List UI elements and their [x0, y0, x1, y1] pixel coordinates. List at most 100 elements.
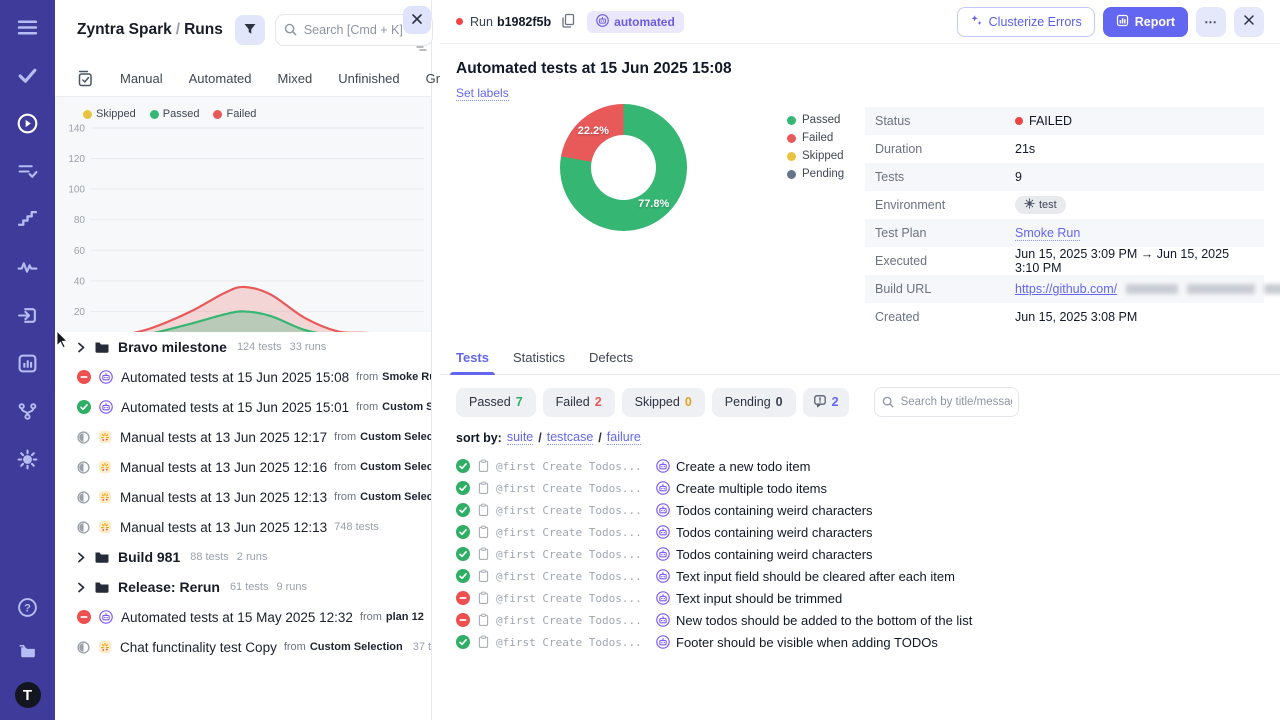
sparkles-icon — [970, 14, 983, 30]
tab-tests[interactable]: Tests — [456, 350, 489, 374]
test-row[interactable]: @first Create Todos... Todos containing … — [456, 543, 1264, 565]
test-row[interactable]: @first Create Todos... New todos should … — [456, 609, 1264, 631]
check-icon[interactable] — [15, 62, 41, 88]
run-row[interactable]: Manual tests at 13 Jun 2025 12:13 748 te… — [55, 512, 431, 542]
copy-run-id-button[interactable] — [559, 11, 577, 33]
tab-manual[interactable]: Manual — [120, 71, 163, 86]
tab-unfinished[interactable]: Unfinished — [338, 71, 399, 86]
run-folder-row[interactable]: Bravo milestone 124 tests 33 runs — [55, 332, 431, 362]
branch-icon[interactable] — [15, 398, 41, 424]
test-title: Create a new todo item — [676, 459, 810, 474]
test-row[interactable]: @first Create Todos... Text input field … — [456, 565, 1264, 587]
run-row[interactable]: Manual tests at 13 Jun 2025 12:17 from C… — [55, 422, 431, 452]
legend-skipped: Skipped — [83, 108, 136, 120]
run-row[interactable]: Automated tests at 15 Jun 2025 15:08 fro… — [55, 362, 431, 392]
sort-by-testcase[interactable]: testcase — [547, 430, 594, 445]
clipboard-icon — [477, 481, 490, 495]
pulse-icon[interactable] — [15, 254, 41, 280]
help-icon[interactable]: ? — [15, 594, 41, 620]
donut-legend: Passed Failed Skipped Pending — [787, 114, 844, 180]
folders-icon[interactable] — [15, 638, 41, 664]
run-folder-row[interactable]: Build 981 88 tests 2 runs — [55, 542, 431, 572]
test-title: Create multiple todo items — [676, 481, 827, 496]
run-row[interactable]: Automated tests at 15 Jun 2025 15:01 fro… — [55, 392, 431, 422]
robot-icon — [656, 547, 670, 561]
tab-defects[interactable]: Defects — [589, 350, 633, 374]
close-run-button[interactable] — [1234, 7, 1264, 37]
tests-search — [874, 387, 1019, 417]
redacted-text — [1264, 284, 1280, 294]
runs-filter-tabs: Manual Automated Mixed Unfinished Groups — [55, 60, 431, 96]
build-url-link[interactable]: https://github.com/ — [1015, 282, 1117, 296]
run-row[interactable]: Automated tests at 15 May 2025 12:32 fro… — [55, 602, 431, 632]
status-manual-icon — [77, 431, 90, 444]
detail-row-executed: Executed Jun 15, 2025 3:09 PM → Jun 15, … — [865, 247, 1264, 275]
tab-mixed[interactable]: Mixed — [278, 71, 313, 86]
sort-by-suite[interactable]: suite — [507, 430, 533, 445]
app-logo[interactable]: T — [15, 682, 41, 708]
chevron-right-icon[interactable] — [77, 342, 86, 353]
close-panel-button[interactable] — [403, 6, 431, 34]
status-manual-icon — [77, 641, 90, 654]
clusterize-errors-button[interactable]: Clusterize Errors — [957, 7, 1095, 37]
robot-icon — [596, 14, 609, 30]
test-status-failed-icon — [456, 591, 470, 605]
test-suite-label: @first Create Todos... — [496, 636, 648, 649]
list-check-icon[interactable] — [15, 158, 41, 184]
test-row[interactable]: @first Create Todos... Text input should… — [456, 587, 1264, 609]
runs-panel-header: Zyntra Spark/Runs — [55, 0, 431, 60]
test-status-passed-icon — [456, 503, 470, 517]
run-status-dot — [456, 18, 463, 25]
breadcrumb-project[interactable]: Zyntra Spark — [77, 21, 172, 38]
chip-comments[interactable]: 2 — [803, 388, 849, 417]
test-plan-link[interactable]: Smoke Run — [1015, 226, 1080, 241]
run-row[interactable]: Chat functinality test Copy from Custom … — [55, 632, 431, 662]
breadcrumb[interactable]: Zyntra Spark/Runs — [77, 21, 223, 39]
report-button[interactable]: Report — [1103, 7, 1188, 37]
robot-icon — [656, 459, 670, 473]
folder-icon — [94, 550, 110, 564]
tab-automated[interactable]: Automated — [189, 71, 252, 86]
breadcrumb-section[interactable]: Runs — [184, 21, 223, 38]
steps-icon[interactable] — [15, 206, 41, 232]
chip-pending[interactable]: Pending0 — [712, 388, 796, 417]
test-row[interactable]: @first Create Todos... Todos containing … — [456, 499, 1264, 521]
test-row[interactable]: @first Create Todos... Todos containing … — [456, 521, 1264, 543]
test-row[interactable]: @first Create Todos... Create multiple t… — [456, 477, 1264, 499]
runs-panel: Zyntra Spark/Runs Manual Automated Mixed… — [55, 0, 432, 720]
filter-button[interactable] — [235, 15, 265, 45]
gear-icon[interactable] — [15, 446, 41, 472]
legend-passed: Passed — [150, 108, 200, 120]
import-icon[interactable] — [15, 302, 41, 328]
status-manual-icon — [77, 461, 90, 474]
chip-failed[interactable]: Failed2 — [543, 388, 615, 417]
tab-statistics[interactable]: Statistics — [513, 350, 565, 374]
test-status-passed-icon — [456, 569, 470, 583]
play-circle-icon[interactable] — [15, 110, 41, 136]
run-folder-row[interactable]: Release: Rerun 61 tests 9 runs — [55, 572, 431, 602]
bar-chart-icon[interactable] — [15, 350, 41, 376]
test-row[interactable]: @first Create Todos... Footer should be … — [456, 631, 1264, 653]
menu-icon[interactable] — [15, 14, 41, 40]
test-suite-label: @first Create Todos... — [496, 592, 648, 605]
comment-icon — [813, 394, 827, 411]
svg-text:120: 120 — [68, 154, 85, 165]
tests-search-input[interactable] — [874, 387, 1019, 417]
redacted-text — [1126, 284, 1178, 294]
sort-by-failure[interactable]: failure — [607, 430, 641, 445]
collapse-handle-icon[interactable] — [416, 40, 428, 58]
run-type-badge[interactable]: automated — [587, 11, 684, 33]
test-status-failed-icon — [456, 613, 470, 627]
chevron-right-icon[interactable] — [77, 552, 86, 563]
chip-passed[interactable]: Passed7 — [456, 388, 536, 417]
legend-passed: Passed — [787, 114, 844, 126]
detail-row-status: Status FAILED — [865, 107, 1264, 135]
chevron-right-icon[interactable] — [77, 582, 86, 593]
run-row[interactable]: Manual tests at 13 Jun 2025 12:16 from C… — [55, 452, 431, 482]
run-row[interactable]: Manual tests at 13 Jun 2025 12:13 from C… — [55, 482, 431, 512]
more-options-button[interactable]: ⋯ — [1196, 7, 1226, 37]
test-row[interactable]: @first Create Todos... Create a new todo… — [456, 455, 1264, 477]
chip-skipped[interactable]: Skipped0 — [622, 388, 705, 417]
set-labels-link[interactable]: Set labels — [456, 86, 509, 101]
select-all-icon[interactable] — [77, 70, 94, 87]
